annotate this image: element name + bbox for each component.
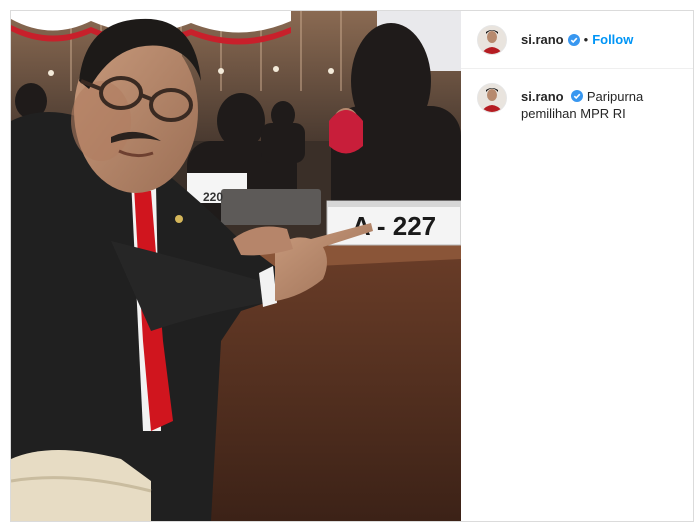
verified-badge-icon (571, 90, 584, 102)
profile-avatar-icon (478, 84, 506, 112)
caption-username[interactable]: si.rano (521, 89, 564, 104)
post-photo[interactable]: A - 227 220 (11, 11, 461, 521)
verified-badge-icon (567, 33, 580, 46)
author-username[interactable]: si.rano (521, 32, 564, 47)
caption-text-block: si.rano Paripurna pemilihan MPR RI (521, 88, 691, 122)
post-caption: si.rano Paripurna pemilihan MPR RI (461, 69, 693, 122)
post-photo-illustration: A - 227 220 (11, 11, 461, 521)
caption-author-avatar[interactable] (477, 83, 507, 113)
background-nameplate-text: 220 (203, 190, 223, 204)
follow-button[interactable]: Follow (592, 32, 633, 47)
instagram-post-embed: A - 227 220 si.rano • Follow si.rano Par… (10, 10, 694, 522)
profile-avatar-icon (478, 25, 506, 54)
header-separator: • (583, 32, 589, 47)
post-sidebar: si.rano • Follow si.rano Paripurna pemil… (461, 11, 693, 521)
author-avatar[interactable] (477, 24, 507, 55)
post-header: si.rano • Follow (461, 11, 693, 69)
